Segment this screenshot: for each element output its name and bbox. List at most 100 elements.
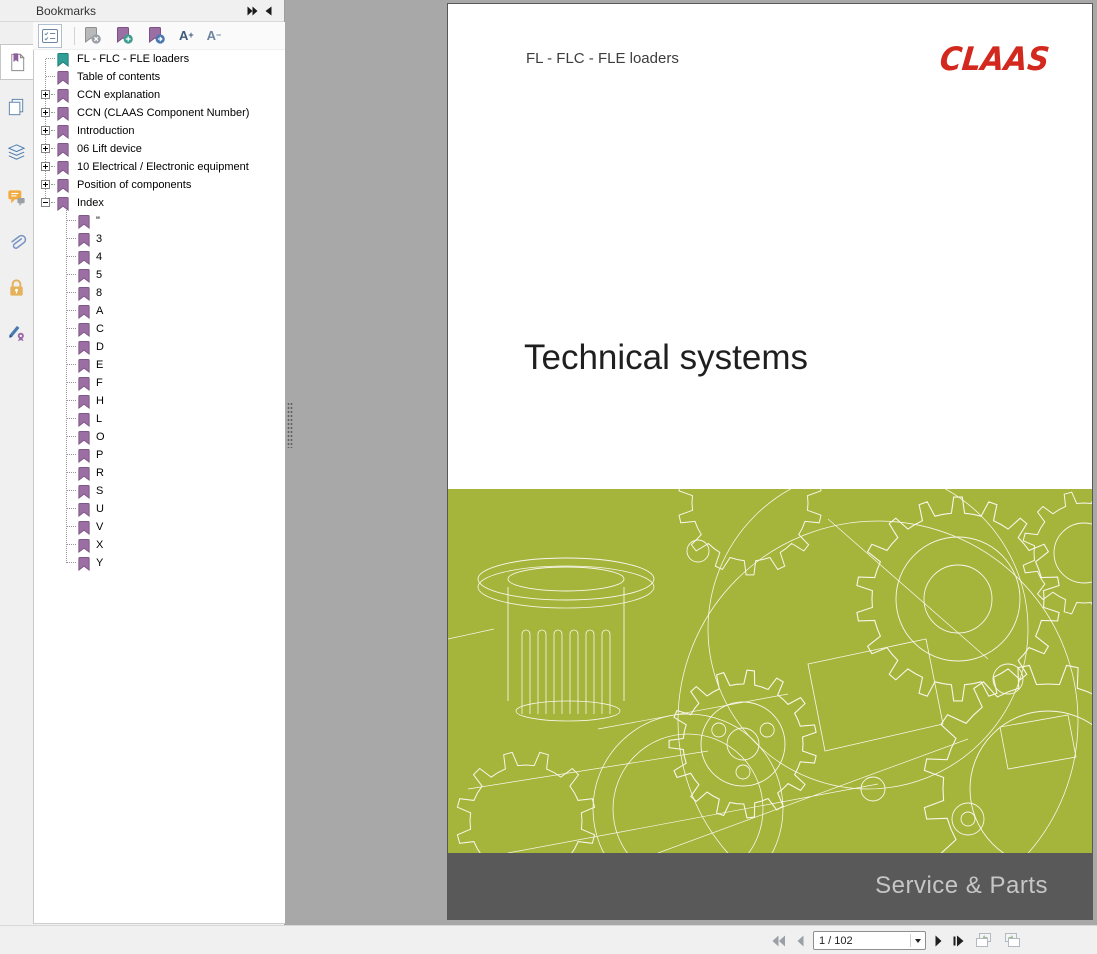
bookmark-item[interactable]: CCN explanation bbox=[34, 86, 285, 104]
bookmarks-panel-tab[interactable] bbox=[0, 44, 33, 80]
attachments-panel-tab[interactable] bbox=[0, 224, 33, 260]
bookmark-item[interactable]: 10 Electrical / Electronic equipment bbox=[34, 158, 285, 176]
bookmark-item[interactable]: A bbox=[34, 302, 285, 320]
next-page-button[interactable] bbox=[934, 934, 944, 948]
bookmark-flag-icon bbox=[78, 556, 90, 571]
collapse-panel-icon[interactable] bbox=[260, 4, 276, 18]
bookmark-label: Introduction bbox=[77, 125, 135, 137]
next-view-button[interactable] bbox=[1002, 932, 1022, 949]
bookmark-item[interactable]: V bbox=[34, 518, 285, 536]
bookmark-label: X bbox=[96, 539, 104, 551]
page-number-combobox[interactable]: 1 / 102 bbox=[813, 931, 926, 950]
bookmark-label: FL - FLC - FLE loaders bbox=[77, 53, 190, 65]
bookmark-item[interactable]: F bbox=[34, 374, 285, 392]
bookmark-flag-icon bbox=[78, 538, 90, 553]
bookmark-label: D bbox=[96, 341, 104, 353]
gears-line-art bbox=[448, 489, 1092, 853]
bookmark-label: 8 bbox=[96, 287, 103, 299]
bookmark-item[interactable]: P bbox=[34, 446, 285, 464]
expand-plus-icon[interactable] bbox=[41, 162, 50, 171]
bookmark-label: O bbox=[96, 431, 105, 443]
bookmark-item[interactable]: S bbox=[34, 482, 285, 500]
bookmark-flag-icon bbox=[78, 502, 90, 517]
bookmark-item[interactable]: O bbox=[34, 428, 285, 446]
bookmark-flag-icon bbox=[78, 358, 90, 373]
bookmark-flag-icon bbox=[78, 340, 90, 355]
last-page-button[interactable] bbox=[952, 934, 966, 948]
bookmark-item[interactable]: 5 bbox=[34, 266, 285, 284]
bookmark-options-button[interactable] bbox=[38, 23, 62, 48]
expand-plus-icon[interactable] bbox=[41, 180, 50, 189]
bookmark-item[interactable]: 4 bbox=[34, 248, 285, 266]
bookmark-label: S bbox=[96, 485, 104, 497]
bookmark-item[interactable]: C bbox=[34, 320, 285, 338]
bookmark-flag-icon bbox=[78, 484, 90, 499]
bookmark-item[interactable]: 3 bbox=[34, 230, 285, 248]
bookmarks-panel: Bookmarks A + A − FL - FLC - FLE loaders… bbox=[0, 0, 285, 925]
expand-panels-icon[interactable] bbox=[244, 4, 260, 18]
bookmark-item[interactable]: 06 Lift device bbox=[34, 140, 285, 158]
locate-bookmark-button[interactable] bbox=[147, 26, 166, 45]
bookmark-label: 5 bbox=[96, 269, 103, 281]
decrease-text-size-button[interactable]: A − bbox=[207, 29, 222, 42]
chevron-down-icon[interactable] bbox=[911, 938, 925, 943]
bookmark-flag-icon bbox=[78, 286, 90, 301]
bookmark-item[interactable]: Introduction bbox=[34, 122, 285, 140]
page-number-value[interactable]: 1 / 102 bbox=[814, 935, 910, 947]
bookmark-item[interactable]: U bbox=[34, 500, 285, 518]
bookmark-item[interactable]: Index bbox=[34, 194, 285, 212]
bookmark-tree: FL - FLC - FLE loaders Table of contents C… bbox=[34, 50, 285, 923]
bookmark-item[interactable]: 8 bbox=[34, 284, 285, 302]
security-panel-tab[interactable] bbox=[0, 269, 33, 305]
expand-plus-icon[interactable] bbox=[41, 144, 50, 153]
expand-plus-icon[interactable] bbox=[41, 90, 50, 99]
bookmark-item[interactable]: FL - FLC - FLE loaders bbox=[34, 50, 285, 68]
bookmark-item[interactable]: Table of contents bbox=[34, 68, 285, 86]
bookmark-item[interactable]: X bbox=[34, 536, 285, 554]
bookmark-item[interactable]: R bbox=[34, 464, 285, 482]
panel-splitter-handle[interactable] bbox=[287, 402, 293, 448]
collapse-minus-icon[interactable] bbox=[41, 198, 50, 207]
add-bookmark-button[interactable] bbox=[115, 26, 134, 45]
layers-icon bbox=[7, 143, 26, 160]
bookmark-item[interactable]: L bbox=[34, 410, 285, 428]
expand-plus-icon[interactable] bbox=[41, 108, 50, 117]
bookmark-item[interactable]: Position of components bbox=[34, 176, 285, 194]
bookmark-label: Index bbox=[77, 197, 104, 209]
bookmark-flag-icon bbox=[78, 376, 90, 391]
bookmark-flag-icon bbox=[57, 178, 69, 193]
bookmark-label: Y bbox=[96, 557, 104, 569]
bookmark-flag-icon bbox=[57, 124, 69, 139]
increase-text-size-button[interactable]: A + bbox=[179, 29, 194, 42]
previous-view-button[interactable] bbox=[974, 932, 994, 949]
pdf-viewer-window: Bookmarks A + A − FL - FLC - FLE loaders… bbox=[0, 0, 1097, 954]
expand-plus-icon[interactable] bbox=[41, 126, 50, 135]
bookmarks-panel-header: Bookmarks bbox=[0, 0, 284, 22]
bookmark-item[interactable]: Y bbox=[34, 554, 285, 572]
bookmark-flag-icon bbox=[57, 142, 69, 157]
bookmark-flag-icon bbox=[78, 430, 90, 445]
bookmark-label: Position of components bbox=[77, 179, 192, 191]
bookmark-flag-icon bbox=[78, 322, 90, 337]
pages-panel-tab[interactable] bbox=[0, 89, 33, 125]
comments-panel-tab[interactable] bbox=[0, 179, 33, 215]
bookmark-label: P bbox=[96, 449, 104, 461]
bookmark-item[interactable]: D bbox=[34, 338, 285, 356]
bookmarks-tab-icon bbox=[10, 52, 25, 71]
document-header-title: FL - FLC - FLE loaders bbox=[526, 50, 679, 67]
bookmark-item[interactable]: CCN (CLAAS Component Number) bbox=[34, 104, 285, 122]
bookmark-item[interactable]: " bbox=[34, 212, 285, 230]
layers-panel-tab[interactable] bbox=[0, 134, 33, 170]
signatures-panel-tab[interactable] bbox=[0, 314, 33, 350]
bookmark-label: 3 bbox=[96, 233, 103, 245]
first-page-button[interactable] bbox=[770, 934, 787, 948]
bookmark-flag-icon bbox=[78, 250, 90, 265]
bookmark-flag-icon bbox=[78, 412, 90, 427]
bookmark-item[interactable]: E bbox=[34, 356, 285, 374]
bookmark-label: Table of contents bbox=[77, 71, 161, 83]
cover-artwork-band bbox=[448, 489, 1092, 853]
delete-bookmark-button[interactable] bbox=[83, 26, 102, 45]
previous-page-button[interactable] bbox=[795, 934, 805, 948]
bookmark-item[interactable]: H bbox=[34, 392, 285, 410]
bookmark-label: L bbox=[96, 413, 103, 425]
